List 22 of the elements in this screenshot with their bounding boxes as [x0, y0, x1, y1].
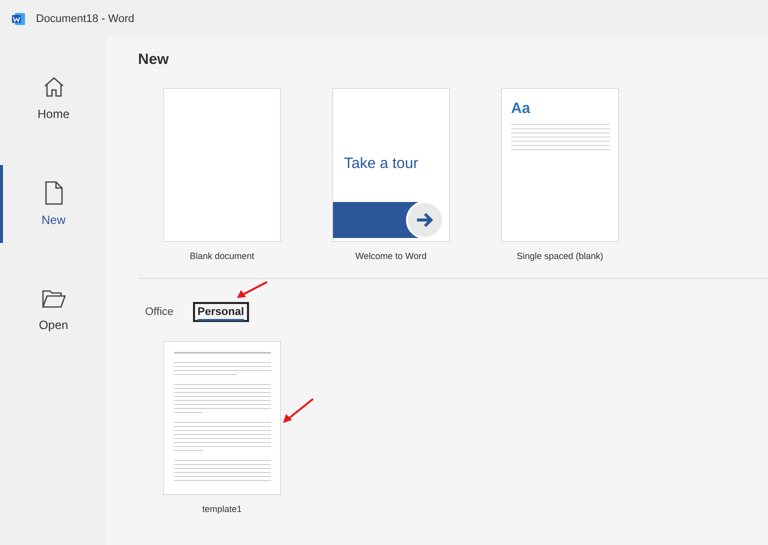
template-label: Welcome to Word — [355, 251, 427, 261]
window-title: Document18 - Word — [36, 12, 134, 24]
template-label: Single spaced (blank) — [516, 251, 604, 261]
template-thumbnail[interactable]: Take a tour — [332, 88, 450, 242]
annotation-arrow — [236, 281, 268, 299]
nav-item[interactable]: Home — [0, 59, 107, 137]
tab[interactable]: Office — [140, 302, 179, 322]
template-label: template1 — [202, 504, 242, 514]
folder-icon — [40, 288, 66, 310]
template-thumbnail[interactable] — [163, 341, 281, 495]
template-thumbnail[interactable] — [163, 88, 281, 242]
tab[interactable]: Personal — [192, 302, 249, 322]
thumbnail-text: Take a tour — [344, 155, 418, 172]
annotation-arrow — [282, 398, 314, 424]
template-thumbnail[interactable]: Aa — [501, 88, 619, 242]
template-label: Blank document — [190, 251, 254, 261]
document-icon — [44, 181, 64, 205]
section-heading: New — [138, 51, 170, 68]
word-logo-icon — [12, 12, 26, 26]
thumbnail-text: Aa — [511, 100, 530, 117]
nav-item[interactable]: New — [0, 165, 107, 243]
nav-item[interactable]: Open — [0, 271, 107, 349]
